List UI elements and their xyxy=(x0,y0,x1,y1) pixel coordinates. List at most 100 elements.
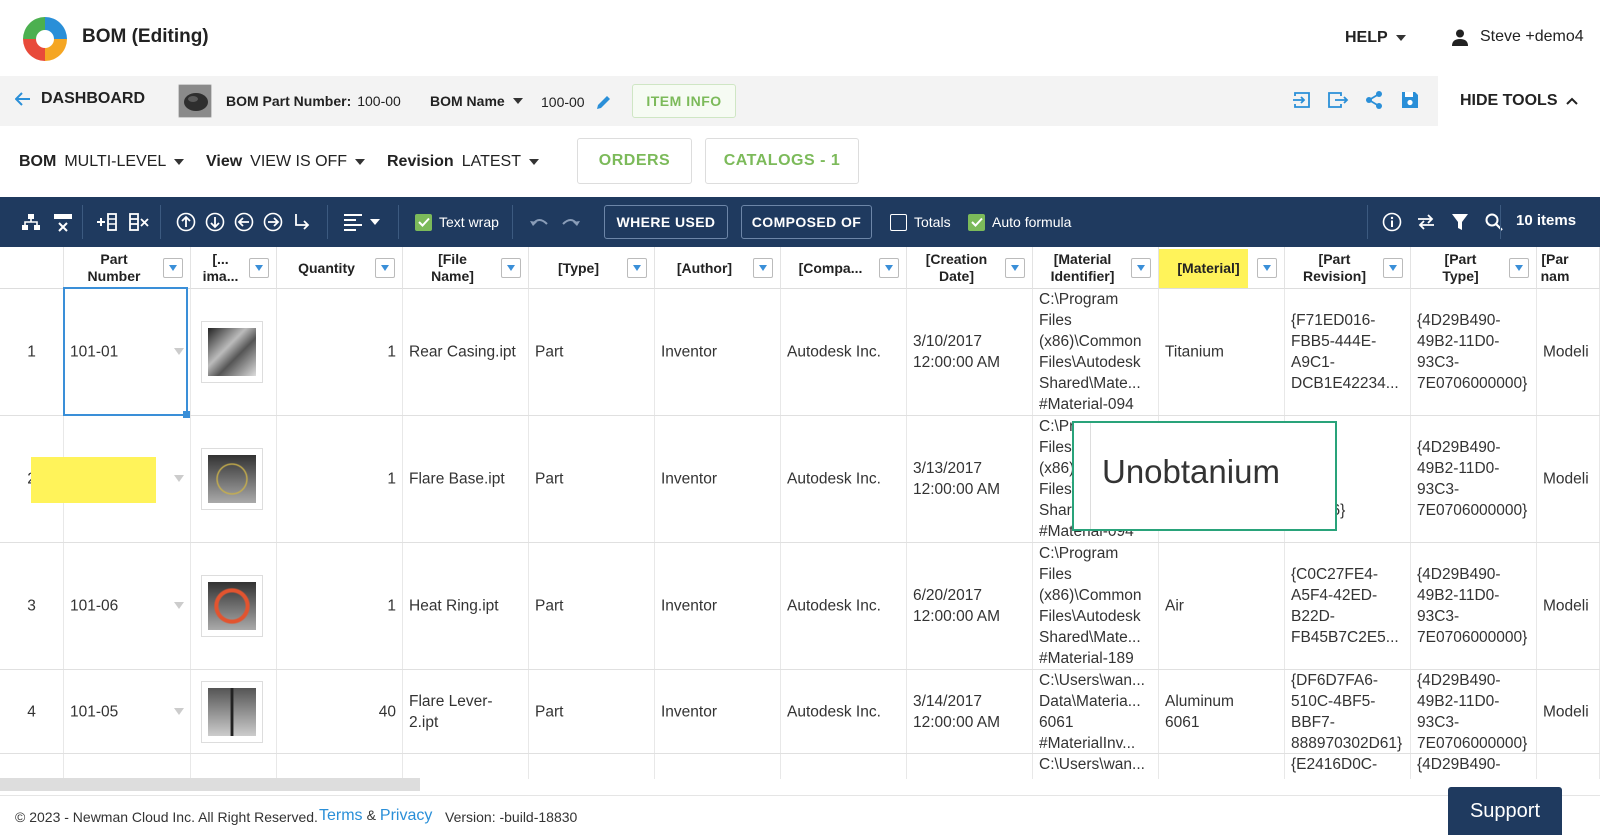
part-name-cell[interactable]: Modeli xyxy=(1537,670,1600,753)
help-menu[interactable]: HELP xyxy=(1345,29,1406,47)
creation-date-cell[interactable]: 6/20/2017 12:00:00 AM xyxy=(907,543,1033,669)
column-filter-icon[interactable] xyxy=(249,258,269,278)
file-name-cell[interactable] xyxy=(403,754,529,779)
text-wrap-checkbox[interactable]: Text wrap xyxy=(415,197,499,247)
orders-button[interactable]: ORDERS xyxy=(577,138,692,184)
file-name-cell[interactable]: Flare Base.ipt xyxy=(403,416,529,542)
author-cell[interactable]: Inventor xyxy=(655,543,781,669)
company-cell[interactable]: Autodesk Inc. xyxy=(781,670,907,753)
column-header-qty[interactable]: Quantity xyxy=(277,247,403,289)
row-number-cell[interactable]: 3 xyxy=(0,543,64,669)
expand-tree-icon[interactable] xyxy=(20,211,42,233)
company-cell[interactable]: Autodesk Inc. xyxy=(781,416,907,542)
dashboard-back-link[interactable]: DASHBOARD xyxy=(15,90,145,108)
column-header-date[interactable]: [Creation Date] xyxy=(907,247,1033,289)
filter-icon[interactable] xyxy=(1449,211,1471,233)
part-number-cell[interactable]: 101-06 xyxy=(64,543,191,669)
column-filter-icon[interactable] xyxy=(1509,258,1529,278)
column-filter-icon[interactable] xyxy=(627,258,647,278)
file-name-cell[interactable]: Flare Lever- 2.ipt xyxy=(403,670,529,753)
type-cell[interactable]: Part xyxy=(529,543,655,669)
chevron-down-icon[interactable] xyxy=(174,602,184,609)
part-revision-cell[interactable]: {DF6D7FA6- 510C-4BF5- BBF7- 888970302D61… xyxy=(1285,670,1411,753)
part-type-cell[interactable]: {4D29B490- 49B2-11D0- 93C3- 7E0706000000… xyxy=(1411,670,1537,753)
redo-icon[interactable] xyxy=(560,211,582,233)
bom-level-dropdown[interactable]: BOM MULTI-LEVEL xyxy=(19,153,185,171)
move-left-icon[interactable] xyxy=(233,211,255,233)
company-cell[interactable]: Autodesk Inc. xyxy=(781,289,907,415)
type-cell[interactable]: Part xyxy=(529,416,655,542)
creation-date-cell[interactable] xyxy=(907,754,1033,779)
author-cell[interactable]: Inventor xyxy=(655,289,781,415)
row-number-cell[interactable]: 1 xyxy=(0,289,64,415)
column-header-type[interactable]: [Type] xyxy=(529,247,655,289)
quantity-cell[interactable]: 40 xyxy=(277,670,403,753)
user-menu[interactable]: Steve +demo4 xyxy=(1452,28,1584,46)
import-icon[interactable] xyxy=(1290,88,1314,112)
part-name-cell[interactable] xyxy=(1537,754,1600,779)
item-info-button[interactable]: ITEM INFO xyxy=(632,84,736,118)
share-icon[interactable] xyxy=(1362,88,1386,112)
column-filter-icon[interactable] xyxy=(163,258,183,278)
material-cell[interactable] xyxy=(1159,754,1285,779)
creation-date-cell[interactable]: 3/13/2017 12:00:00 AM xyxy=(907,416,1033,542)
row-number-cell[interactable] xyxy=(0,754,64,779)
material-cell[interactable]: Air xyxy=(1159,543,1285,669)
column-header-author[interactable]: [Author] xyxy=(655,247,781,289)
column-filter-icon[interactable] xyxy=(501,258,521,278)
table-row[interactable]: C:\Users\wan... {E2416D0C- {4D29B490- xyxy=(0,754,1600,779)
auto-formula-checkbox[interactable]: Auto formula xyxy=(968,197,1071,247)
file-name-cell[interactable]: Rear Casing.ipt xyxy=(403,289,529,415)
where-used-button[interactable]: WHERE USED xyxy=(604,205,728,239)
material-identifier-cell[interactable]: C:\Users\wan... xyxy=(1033,754,1159,779)
part-thumbnail[interactable] xyxy=(201,321,263,383)
view-dropdown[interactable]: View VIEW IS OFF xyxy=(206,153,366,171)
column-header-mat-id[interactable]: [Material Identifier] xyxy=(1033,247,1159,289)
part-type-cell[interactable]: {4D29B490- 49B2-11D0- 93C3- 7E0706000000… xyxy=(1411,543,1537,669)
table-row[interactable]: 1 101-01 1 Rear Casing.ipt Part Inventor Autod… xyxy=(0,289,1600,416)
part-name-cell[interactable]: Modeli xyxy=(1537,543,1600,669)
collapse-tree-icon[interactable] xyxy=(52,211,74,233)
image-cell[interactable] xyxy=(191,543,277,669)
image-cell[interactable] xyxy=(191,416,277,542)
quantity-cell[interactable]: 1 xyxy=(277,289,403,415)
add-column-icon[interactable] xyxy=(96,211,118,233)
column-filter-icon[interactable] xyxy=(1005,258,1025,278)
creation-date-cell[interactable]: 3/10/2017 12:00:00 AM xyxy=(907,289,1033,415)
creation-date-cell[interactable]: 3/14/2017 12:00:00 AM xyxy=(907,670,1033,753)
material-cell[interactable]: Aluminum 6061 xyxy=(1159,670,1285,753)
bom-name-dropdown[interactable]: BOM Name xyxy=(430,93,523,109)
material-identifier-cell[interactable]: C:\Users\wan... Data\Materia... 6061 #Ma… xyxy=(1033,670,1159,753)
material-cell[interactable]: Titanium xyxy=(1159,289,1285,415)
search-icon[interactable] xyxy=(1483,211,1505,233)
selected-cell[interactable] xyxy=(63,287,190,418)
column-filter-icon[interactable] xyxy=(879,258,899,278)
export-icon[interactable] xyxy=(1326,88,1350,112)
author-cell[interactable]: Inventor xyxy=(655,670,781,753)
part-revision-cell[interactable]: {F71ED016- FBB5-444E- A9C1- DCB1E42234..… xyxy=(1285,289,1411,415)
file-name-cell[interactable]: Heat Ring.ipt xyxy=(403,543,529,669)
part-name-cell[interactable]: Modeli xyxy=(1537,416,1600,542)
app-logo-icon[interactable] xyxy=(20,14,70,64)
part-number-cell[interactable] xyxy=(64,754,191,779)
pencil-icon[interactable] xyxy=(595,93,613,111)
part-revision-cell[interactable]: {E2416D0C- xyxy=(1285,754,1411,779)
part-name-cell[interactable]: Modeli xyxy=(1537,289,1600,415)
column-header-ptype[interactable]: [Part Type] xyxy=(1411,247,1537,289)
row-number-cell[interactable]: 4 xyxy=(0,670,64,753)
column-header-part[interactable]: Part Number xyxy=(64,247,191,289)
part-thumbnail[interactable] xyxy=(201,448,263,510)
image-cell[interactable] xyxy=(191,289,277,415)
column-filter-icon[interactable] xyxy=(375,258,395,278)
move-up-icon[interactable] xyxy=(175,211,197,233)
totals-checkbox[interactable]: Totals xyxy=(890,197,951,247)
table-row[interactable]: 4 101-05 40 Flare Lever- 2.ipt Part Inventor A… xyxy=(0,670,1600,754)
chevron-down-icon[interactable] xyxy=(174,475,184,482)
column-filter-icon[interactable] xyxy=(1257,258,1277,278)
delete-column-icon[interactable] xyxy=(128,211,150,233)
revision-dropdown[interactable]: Revision LATEST xyxy=(387,153,539,171)
quantity-cell[interactable]: 1 xyxy=(277,543,403,669)
swap-icon[interactable] xyxy=(1415,211,1437,233)
column-header-company[interactable]: [Compa... xyxy=(781,247,907,289)
align-dropdown[interactable] xyxy=(342,197,380,247)
